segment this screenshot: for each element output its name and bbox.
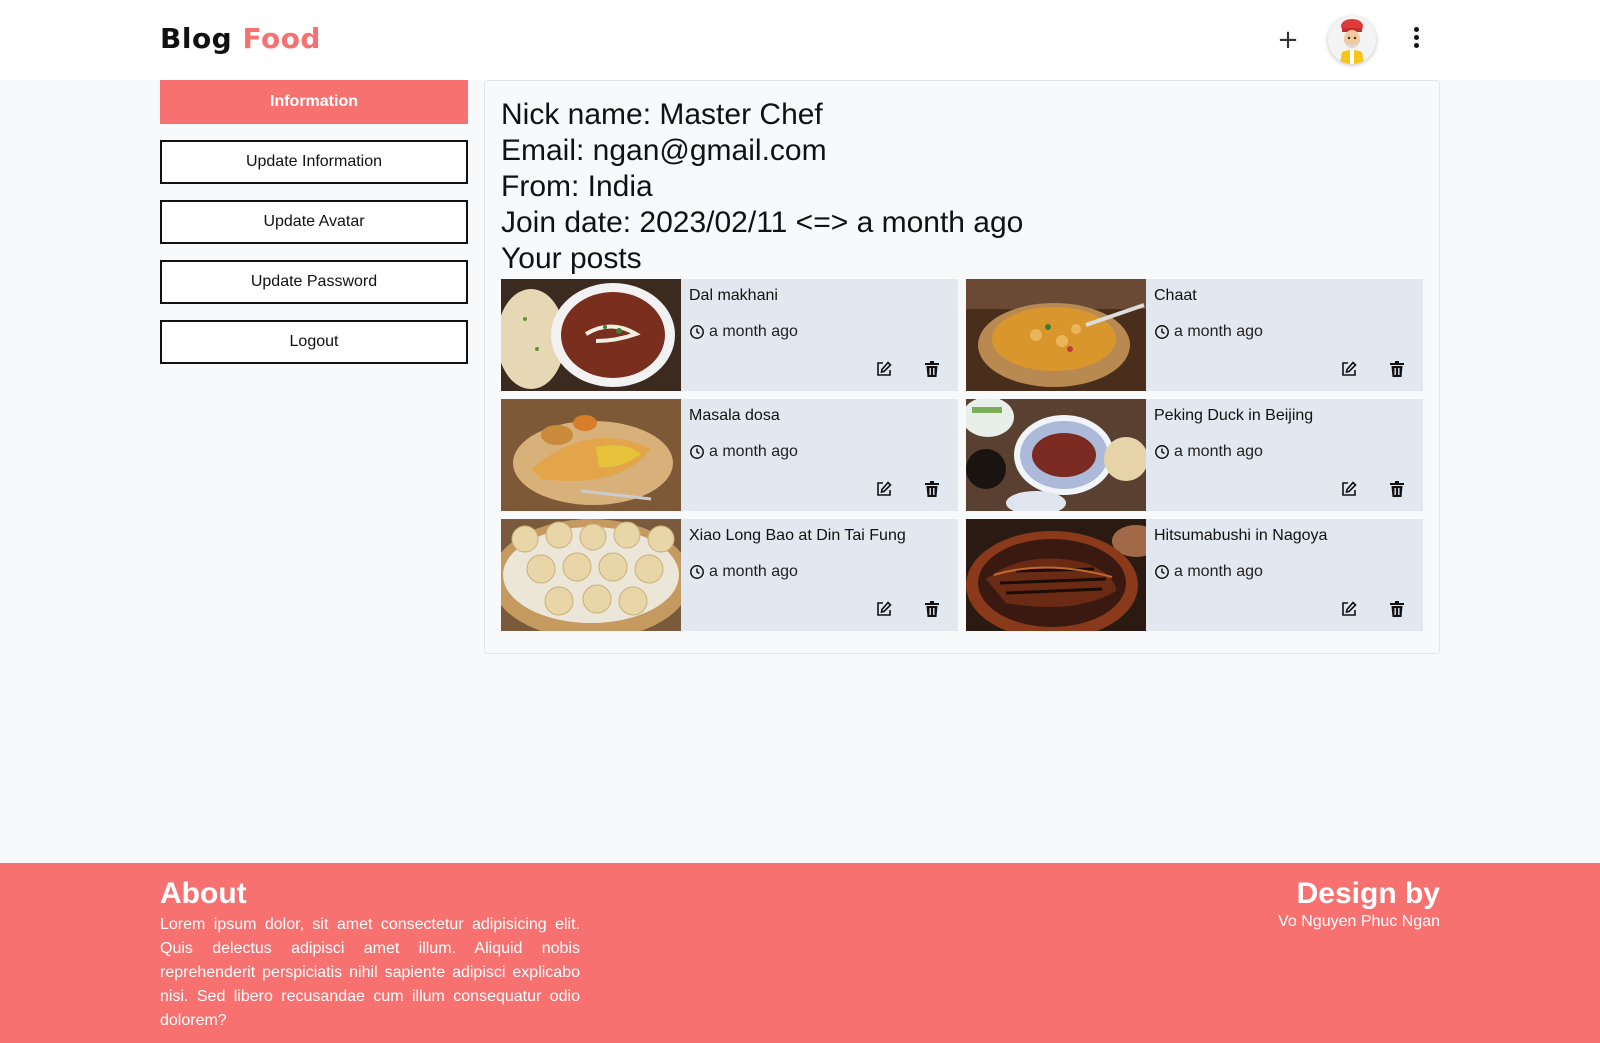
kebab-menu-icon[interactable] [1404, 24, 1428, 56]
about-heading: About [160, 877, 247, 910]
post-title[interactable]: Peking Duck in Beijing [1154, 407, 1415, 425]
design-heading: Design by [1296, 877, 1440, 910]
chef-avatar-icon [1328, 16, 1376, 64]
about-text: Lorem ipsum dolor, sit amet consectetur … [160, 916, 580, 1029]
post-time: a month ago [709, 563, 798, 580]
trash-icon[interactable] [1385, 477, 1409, 501]
edit-icon[interactable] [872, 357, 896, 381]
post-time: a month ago [709, 443, 798, 460]
post-card[interactable]: Dal makhani a month ago [501, 279, 958, 391]
trash-icon[interactable] [1385, 357, 1409, 381]
post-card[interactable]: Chaat a month ago [966, 279, 1423, 391]
post-image[interactable] [501, 399, 681, 511]
post-time: a month ago [1174, 443, 1263, 460]
edit-icon[interactable] [872, 597, 896, 621]
post-time: a month ago [1174, 563, 1263, 580]
post-title[interactable]: Dal makhani [689, 287, 950, 305]
nick-name: Nick name: Master Chef [501, 98, 823, 131]
avatar[interactable] [1328, 16, 1376, 64]
posts-heading: Your posts [501, 242, 642, 275]
post-card[interactable]: Peking Duck in Beijing a month ago [966, 399, 1423, 511]
post-title[interactable]: Hitsumabushi in Nagoya [1154, 527, 1415, 545]
add-post-button[interactable]: + [1272, 22, 1304, 58]
post-time: a month ago [709, 323, 798, 340]
sidebar: Information Update Information Update Av… [160, 80, 468, 380]
edit-icon[interactable] [872, 477, 896, 501]
clock-icon [690, 565, 704, 579]
post-card[interactable]: Hitsumabushi in Nagoya a month ago [966, 519, 1423, 631]
sidebar-item-information[interactable]: Information [160, 80, 468, 124]
sidebar-item-update-password[interactable]: Update Password [160, 260, 468, 304]
footer: About Lorem ipsum dolor, sit amet consec… [0, 863, 1600, 1043]
edit-icon[interactable] [1337, 477, 1361, 501]
post-time: a month ago [1174, 323, 1263, 340]
clock-icon [1155, 565, 1169, 579]
clock-icon [1155, 325, 1169, 339]
from: From: India [501, 170, 653, 203]
header: Blog Food + [0, 0, 1600, 80]
trash-icon[interactable] [920, 357, 944, 381]
clock-icon [690, 325, 704, 339]
posts-grid: Dal makhani a month ago Chaat a month ag… [501, 279, 1423, 631]
sidebar-item-logout[interactable]: Logout [160, 320, 468, 364]
clock-icon [690, 445, 704, 459]
post-title[interactable]: Masala dosa [689, 407, 950, 425]
profile-panel: Nick name: Master Chef Email: ngan@gmail… [484, 80, 1440, 654]
post-title[interactable]: Chaat [1154, 287, 1415, 305]
designer-name: Vo Nguyen Phuc Ngan [1278, 913, 1440, 930]
clock-icon [1155, 445, 1169, 459]
post-title[interactable]: Xiao Long Bao at Din Tai Fung [689, 527, 950, 545]
sidebar-item-update-information[interactable]: Update Information [160, 140, 468, 184]
post-image[interactable] [966, 399, 1146, 511]
post-image[interactable] [501, 519, 681, 631]
post-image[interactable] [501, 279, 681, 391]
post-card[interactable]: Xiao Long Bao at Din Tai Fung a month ag… [501, 519, 958, 631]
post-image[interactable] [966, 519, 1146, 631]
post-card[interactable]: Masala dosa a month ago [501, 399, 958, 511]
trash-icon[interactable] [1385, 597, 1409, 621]
edit-icon[interactable] [1337, 357, 1361, 381]
join-date: Join date: 2023/02/11 <=> a month ago [501, 206, 1024, 239]
brand-food: Food [242, 22, 321, 55]
edit-icon[interactable] [1337, 597, 1361, 621]
trash-icon[interactable] [920, 477, 944, 501]
email: Email: ngan@gmail.com [501, 134, 827, 167]
trash-icon[interactable] [920, 597, 944, 621]
sidebar-item-update-avatar[interactable]: Update Avatar [160, 200, 468, 244]
post-image[interactable] [966, 279, 1146, 391]
brand-logo[interactable]: Blog Food [160, 22, 321, 55]
brand-blog: Blog [160, 22, 233, 55]
